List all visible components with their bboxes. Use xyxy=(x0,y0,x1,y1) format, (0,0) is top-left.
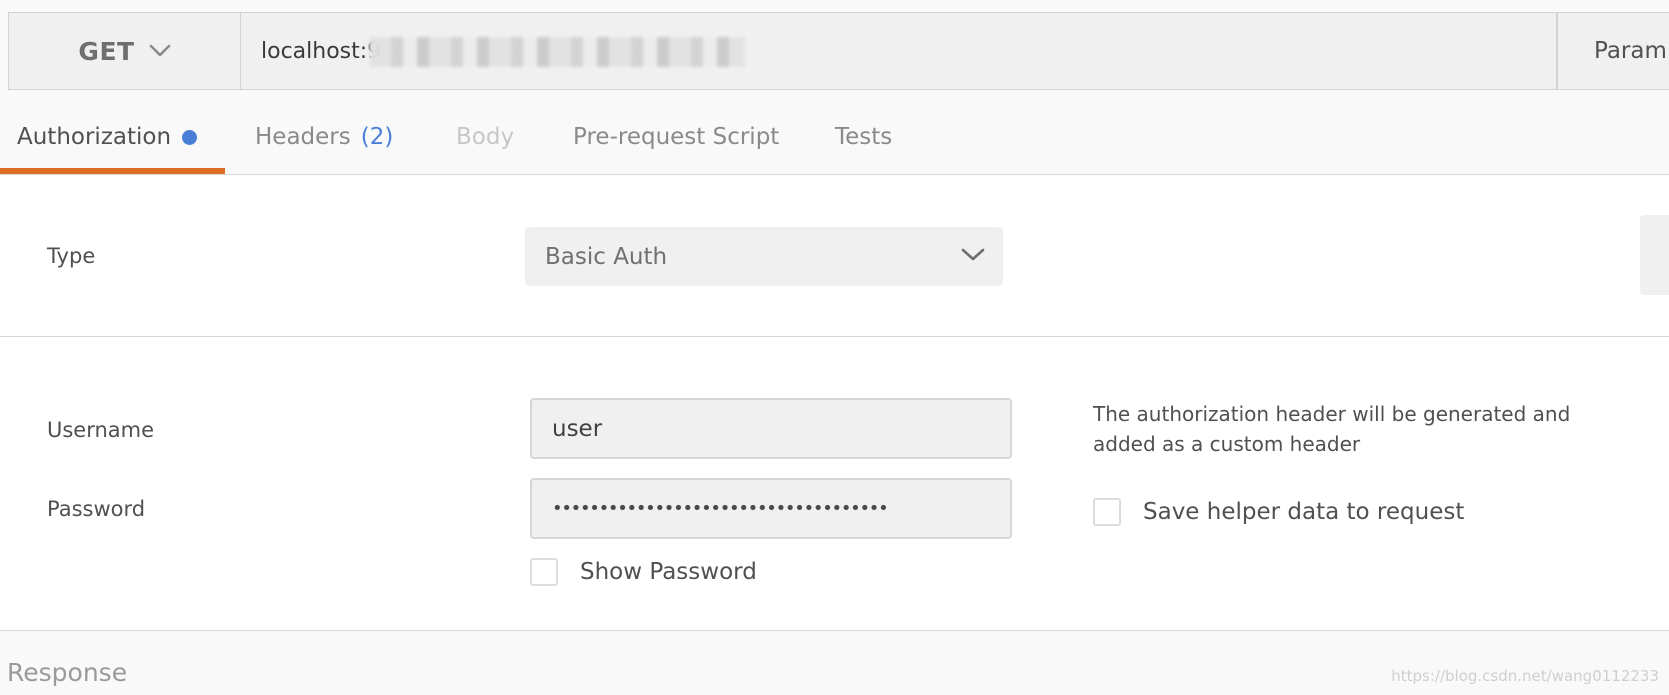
tab-tests-label: Tests xyxy=(835,124,893,150)
save-helper-toggle[interactable]: Save helper data to request xyxy=(1093,498,1464,526)
save-helper-checkbox[interactable] xyxy=(1093,498,1121,526)
auth-side-button[interactable] xyxy=(1640,215,1669,295)
url-text: localhost:9 xyxy=(261,38,382,64)
username-label: Username xyxy=(47,418,155,442)
tab-authorization-label: Authorization xyxy=(17,124,172,150)
tab-tests[interactable]: Tests xyxy=(835,100,892,174)
username-input[interactable]: user xyxy=(530,398,1012,459)
tab-headers-label: Headers xyxy=(255,124,351,150)
show-password-toggle[interactable]: Show Password xyxy=(530,558,757,586)
request-tabs: Authorization Headers (2) Body Pre-reque… xyxy=(0,100,1669,175)
params-label: Param xyxy=(1594,38,1667,64)
auth-type-select[interactable]: Basic Auth xyxy=(525,227,1003,286)
password-label: Password xyxy=(47,497,146,521)
request-url-bar: GET localhost:9 Param xyxy=(0,0,1669,100)
method-label: GET xyxy=(78,36,135,66)
active-tab-underline xyxy=(0,168,225,174)
tab-headers-count: (2) xyxy=(360,124,394,150)
type-label: Type xyxy=(47,244,96,268)
params-button[interactable]: Param xyxy=(1557,12,1669,90)
url-redaction xyxy=(369,37,745,67)
password-input[interactable]: •••••••••••••••••••••••••••••••••••• xyxy=(530,478,1012,539)
save-helper-label: Save helper data to request xyxy=(1143,499,1465,525)
dot-icon xyxy=(182,130,198,145)
url-input[interactable]: localhost:9 xyxy=(240,12,1557,90)
tab-body-label: Body xyxy=(456,124,515,150)
auth-type-value: Basic Auth xyxy=(545,243,668,270)
auth-type-row: Type Basic Auth xyxy=(0,175,1669,337)
tab-pre-request-script[interactable]: Pre-request Script xyxy=(573,100,779,174)
tab-pre-request-script-label: Pre-request Script xyxy=(573,124,780,150)
tab-headers[interactable]: Headers (2) xyxy=(255,100,393,174)
tab-body[interactable]: Body xyxy=(456,100,514,174)
watermark: https://blog.csdn.net/wang0112233 xyxy=(1391,667,1659,685)
tab-authorization[interactable]: Authorization xyxy=(17,100,198,174)
chevron-down-icon xyxy=(149,44,170,57)
username-value: user xyxy=(552,415,603,442)
show-password-checkbox[interactable] xyxy=(530,558,558,586)
response-label: Response xyxy=(7,658,128,687)
password-value: •••••••••••••••••••••••••••••••••••• xyxy=(552,498,889,519)
auth-help-text: The authorization header will be generat… xyxy=(1093,402,1571,456)
response-panel: Response https://blog.csdn.net/wang01122… xyxy=(0,630,1669,695)
chevron-down-icon xyxy=(961,248,985,261)
method-select[interactable]: GET xyxy=(8,12,240,90)
show-password-label: Show Password xyxy=(580,559,757,585)
